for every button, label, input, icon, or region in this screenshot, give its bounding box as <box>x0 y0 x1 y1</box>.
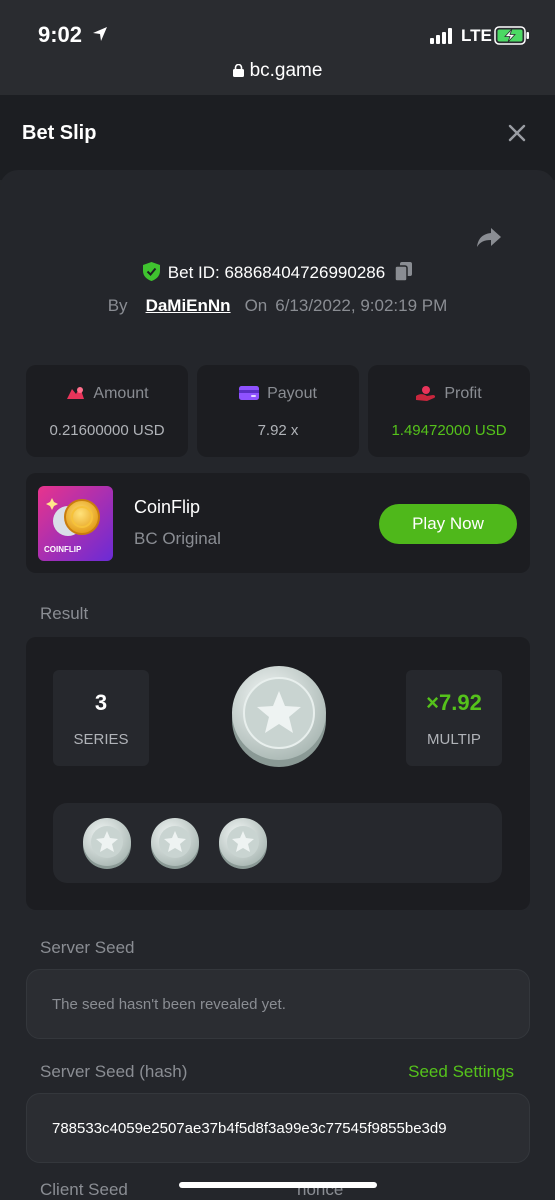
username-link[interactable]: DaMiEnNn <box>146 296 231 315</box>
bet-author-row: By DaMiEnNn On 6/13/2022, 9:02:19 PM <box>0 296 555 316</box>
payout-value: 7.92 x <box>257 422 299 439</box>
coin-history <box>53 803 502 883</box>
svg-text:COINFLIP: COINFLIP <box>44 545 82 554</box>
seed-settings-link[interactable]: Seed Settings <box>408 1062 514 1082</box>
lock-icon <box>232 64 244 77</box>
game-name: CoinFlip <box>134 497 201 517</box>
multiplier-label: MULTIP <box>427 731 481 748</box>
home-indicator[interactable] <box>179 1182 377 1188</box>
coinflip-thumbnail[interactable]: COINFLIP <box>38 486 113 561</box>
coin-result-icon <box>83 818 131 869</box>
server-seed-hash-value: 788533c4059e2507ae37b4f5d8f3a99e3c77545f… <box>52 1120 447 1137</box>
series-value: 3 <box>94 690 108 715</box>
series-box: 3 SERIES <box>53 670 149 766</box>
client-seed-label: Client Seed <box>40 1180 128 1199</box>
game-card: COINFLIP CoinFlip BC Original Play Now <box>26 473 530 573</box>
verified-shield-icon <box>142 262 160 281</box>
location-arrow-icon <box>93 27 107 41</box>
share-icon[interactable] <box>476 226 502 248</box>
copy-icon[interactable] <box>395 262 413 281</box>
battery-charging-icon <box>494 26 529 45</box>
star-coin-icon <box>232 666 326 767</box>
server-seed-hash-field[interactable]: 788533c4059e2507ae37b4f5d8f3a99e3c77545f… <box>26 1093 530 1163</box>
amount-icon <box>67 387 85 399</box>
payout-card-icon <box>239 386 260 400</box>
signal-bars-icon <box>430 28 452 44</box>
multiplier-box: ×7.92 MULTIP <box>406 670 502 766</box>
by-label: By <box>107 296 128 315</box>
result-label: Result <box>40 604 89 623</box>
bet-id: Bet ID: 68868404726990286 <box>167 263 386 282</box>
multiplier-value: ×7.92 <box>426 690 482 715</box>
network-type: LTE <box>461 26 492 45</box>
profit-label: Profit <box>444 385 482 402</box>
url-text: bc.game <box>249 60 323 81</box>
browser-top-bar: 9:02 LTE bc.game <box>0 0 555 95</box>
bet-slip-header: Bet Slip <box>0 95 555 170</box>
amount-label: Amount <box>93 385 149 402</box>
coin-result-icon <box>151 818 199 869</box>
result-panel: 3 SERIES ×7.92 MULTIP <box>26 637 530 910</box>
amount-value: 0.21600000 USD <box>49 422 165 439</box>
amount-card: Amount 0.21600000 USD <box>26 365 188 457</box>
profit-card: Profit 1.49472000 USD <box>368 365 530 457</box>
coin-result-icon <box>219 818 267 869</box>
server-seed-label: Server Seed <box>40 938 135 957</box>
page-title: Bet Slip <box>22 122 97 144</box>
server-seed-field: The seed hasn't been revealed yet. <box>26 969 530 1039</box>
server-seed-value: The seed hasn't been revealed yet. <box>52 996 286 1013</box>
payout-card: Payout 7.92 x <box>197 365 359 457</box>
payout-label: Payout <box>267 385 317 402</box>
address-bar[interactable]: bc.game <box>0 60 555 82</box>
on-label: On <box>244 296 268 315</box>
series-label: SERIES <box>73 731 129 748</box>
close-icon[interactable] <box>506 122 528 144</box>
server-seed-hash-label: Server Seed (hash) <box>40 1062 188 1081</box>
game-provider: BC Original <box>134 529 221 548</box>
status-time: 9:02 <box>38 22 83 47</box>
bet-date: 6/13/2022, 9:02:19 PM <box>275 296 448 315</box>
play-now-button[interactable]: Play Now <box>379 504 517 544</box>
profit-value: 1.49472000 USD <box>391 422 507 439</box>
bet-id-row: Bet ID: 68868404726990286 <box>0 262 555 283</box>
profit-hand-icon <box>416 386 436 401</box>
